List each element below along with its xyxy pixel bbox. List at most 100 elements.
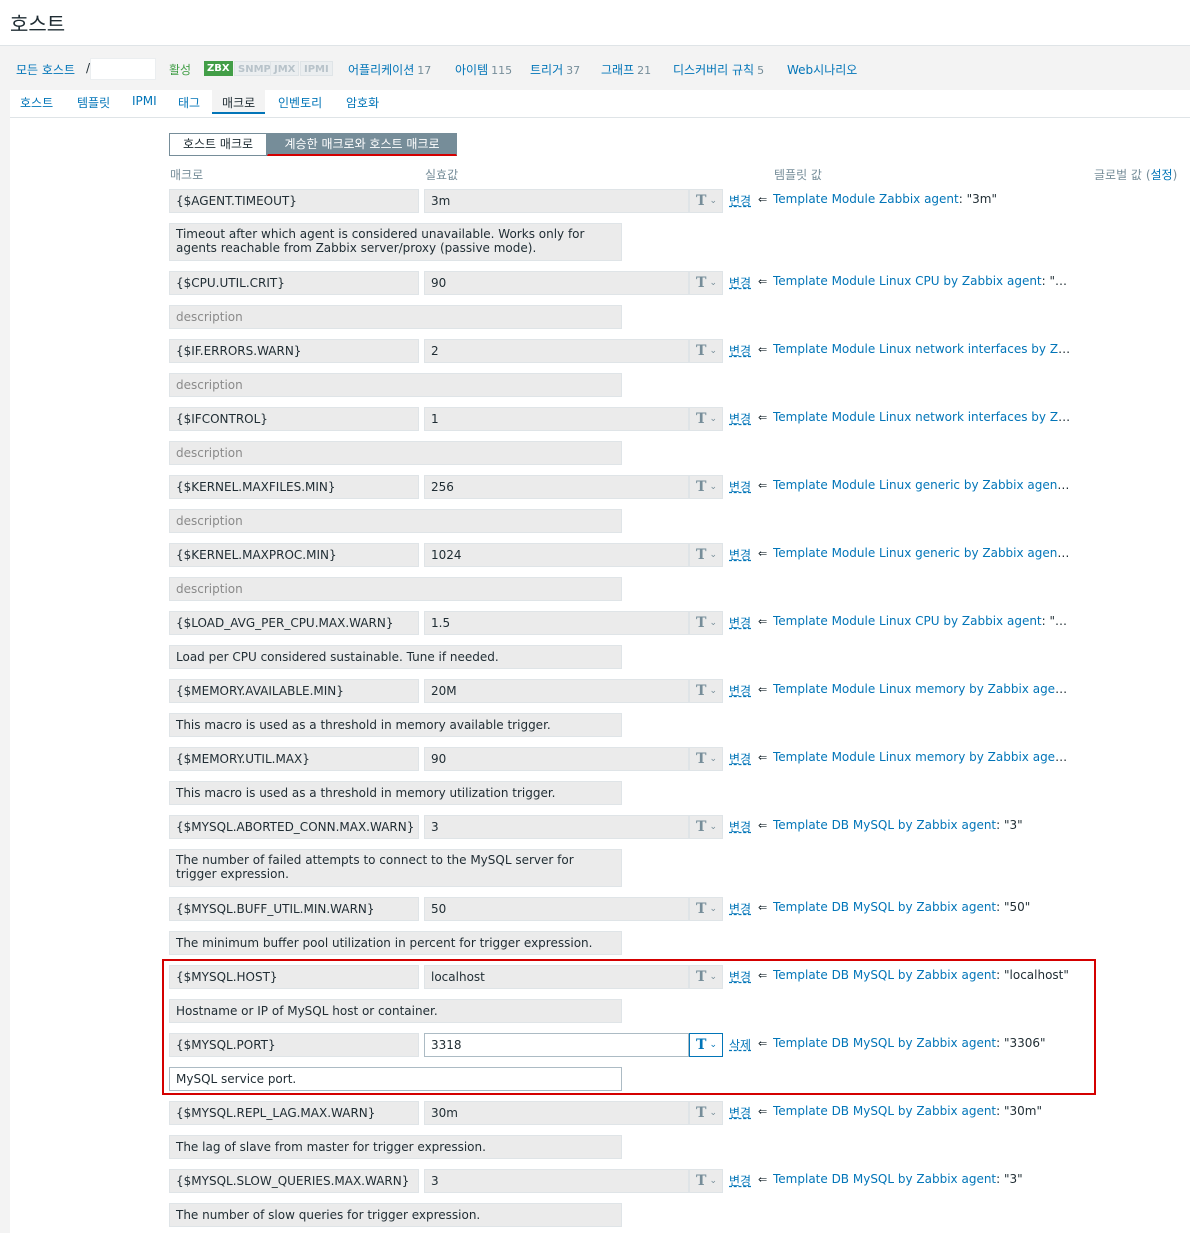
value-type-dropdown[interactable]: T ⌄ (689, 747, 723, 771)
value-type-dropdown[interactable]: T ⌄ (689, 407, 723, 431)
macro-name-field[interactable]: {$AGENT.TIMEOUT} (169, 189, 419, 213)
macro-name-field[interactable]: {$MYSQL.PORT} (169, 1033, 419, 1057)
change-button[interactable]: 변경 (729, 410, 751, 427)
macro-value-field[interactable]: 3 (424, 1169, 689, 1193)
change-button[interactable]: 변경 (729, 546, 751, 563)
change-button[interactable]: 변경 (729, 1172, 751, 1189)
template-link[interactable]: Template DB MySQL by Zabbix agent (773, 1104, 996, 1118)
macro-value-field[interactable]: 90 (424, 747, 689, 771)
change-button[interactable]: 변경 (729, 900, 751, 917)
macro-value-field[interactable]: 3318 (424, 1033, 689, 1057)
tab-inventory[interactable]: 인벤토리 (278, 94, 322, 111)
value-type-dropdown[interactable]: T ⌄ (689, 475, 723, 499)
macro-name-field[interactable]: {$MEMORY.AVAILABLE.MIN} (169, 679, 419, 703)
change-button[interactable]: 변경 (729, 614, 751, 631)
macro-value-field[interactable]: 2 (424, 339, 689, 363)
change-button[interactable]: 변경 (729, 750, 751, 767)
tab-templates[interactable]: 템플릿 (77, 94, 110, 111)
template-link[interactable]: Template DB MySQL by Zabbix agent (773, 1172, 996, 1186)
change-button[interactable]: 변경 (729, 682, 751, 699)
macro-description-field[interactable]: The lag of slave from master for trigger… (169, 1135, 622, 1159)
value-type-dropdown[interactable]: T ⌄ (689, 271, 723, 295)
macro-value-field[interactable]: 3 (424, 815, 689, 839)
value-type-dropdown[interactable]: T ⌄ (689, 1101, 723, 1125)
macro-value-field[interactable]: 90 (424, 271, 689, 295)
value-type-dropdown[interactable]: T ⌄ (689, 815, 723, 839)
macro-value-field[interactable]: 1 (424, 407, 689, 431)
template-link[interactable]: Template Module Linux memory by Zabbix a… (773, 750, 1067, 764)
value-type-dropdown[interactable]: T ⌄ (689, 1169, 723, 1193)
macro-description-field[interactable]: The number of slow queries for trigger e… (169, 1203, 622, 1227)
macro-name-field[interactable]: {$MYSQL.HOST} (169, 965, 419, 989)
macro-description-field[interactable]: The number of failed attempts to connect… (169, 849, 622, 887)
macro-value-field[interactable]: 30m (424, 1101, 689, 1125)
macro-name-field[interactable]: {$IFCONTROL} (169, 407, 419, 431)
discovery-rules-link[interactable]: 디스커버리 규칙 5 (673, 61, 764, 78)
macro-description-field[interactable]: This macro is used as a threshold in mem… (169, 781, 622, 805)
macro-description-field[interactable]: Load per CPU considered sustainable. Tun… (169, 645, 622, 669)
template-link[interactable]: Template Module Linux CPU by Zabbix agen… (773, 274, 1042, 288)
template-link[interactable]: Template Module Linux generic by Zabbix … (773, 478, 1069, 492)
tab-encryption[interactable]: 암호화 (346, 94, 379, 111)
template-link[interactable]: Template Module Linux memory by Zabbix a… (773, 682, 1067, 696)
tab-ipmi[interactable]: IPMI (132, 94, 157, 108)
change-button[interactable]: 변경 (729, 478, 751, 495)
value-type-dropdown[interactable]: T ⌄ (689, 965, 723, 989)
macro-value-field[interactable]: 20M (424, 679, 689, 703)
change-button[interactable]: 변경 (729, 274, 751, 291)
value-type-dropdown[interactable]: T ⌄ (689, 543, 723, 567)
remove-button[interactable]: 삭제 (729, 1036, 751, 1053)
macro-description-field[interactable]: Hostname or IP of MySQL host or containe… (169, 999, 622, 1023)
macro-name-field[interactable]: {$MYSQL.ABORTED_CONN.MAX.WARN} (169, 815, 419, 839)
change-button[interactable]: 변경 (729, 1104, 751, 1121)
macro-name-field[interactable]: {$MYSQL.REPL_LAG.MAX.WARN} (169, 1101, 419, 1125)
macro-name-field[interactable]: {$MYSQL.SLOW_QUERIES.MAX.WARN} (169, 1169, 419, 1193)
value-type-dropdown[interactable]: T ⌄ (689, 189, 723, 213)
macro-description-field[interactable]: Timeout after which agent is considered … (169, 223, 622, 261)
macro-value-field[interactable]: 1024 (424, 543, 689, 567)
template-link[interactable]: Template DB MySQL by Zabbix agent (773, 968, 996, 982)
macro-description-field[interactable]: MySQL service port. (169, 1067, 622, 1091)
template-link[interactable]: Template Module Linux network interfaces… (773, 342, 1073, 356)
template-link[interactable]: Template Module Zabbix agent (773, 192, 959, 206)
macro-name-field[interactable]: {$CPU.UTIL.CRIT} (169, 271, 419, 295)
template-link[interactable]: Template Module Linux generic by Zabbix … (773, 546, 1069, 560)
template-link[interactable]: Template Module Linux network interfaces… (773, 410, 1073, 424)
value-type-dropdown[interactable]: T ⌄ (689, 679, 723, 703)
change-button[interactable]: 변경 (729, 968, 751, 985)
web-scenarios-link[interactable]: Web시나리오 (787, 61, 857, 78)
inherited-macros-toggle[interactable]: 계승한 매크로와 호스트 매크로 (267, 133, 457, 156)
macro-description-field[interactable]: description (169, 441, 622, 465)
host-name-breadcrumb[interactable] (90, 58, 156, 80)
value-type-dropdown[interactable]: T ⌄ (689, 1033, 723, 1057)
macro-description-field[interactable]: The minimum buffer pool utilization in p… (169, 931, 622, 955)
macro-value-field[interactable]: 3m (424, 189, 689, 213)
macro-name-field[interactable]: {$IF.ERRORS.WARN} (169, 339, 419, 363)
change-button[interactable]: 변경 (729, 342, 751, 359)
macro-value-field[interactable]: localhost (424, 965, 689, 989)
host-macros-toggle[interactable]: 호스트 매크로 (169, 133, 267, 156)
macro-description-field[interactable]: description (169, 373, 622, 397)
macro-description-field[interactable]: description (169, 509, 622, 533)
macro-description-field[interactable]: description (169, 577, 622, 601)
template-link[interactable]: Template Module Linux CPU by Zabbix agen… (773, 614, 1042, 628)
macro-value-field[interactable]: 256 (424, 475, 689, 499)
macro-value-field[interactable]: 1.5 (424, 611, 689, 635)
graphs-link[interactable]: 그래프 21 (601, 61, 651, 78)
all-hosts-link[interactable]: 모든 호스트 (16, 61, 75, 78)
applications-link[interactable]: 어플리케이션 17 (348, 61, 431, 78)
value-type-dropdown[interactable]: T ⌄ (689, 339, 723, 363)
macro-name-field[interactable]: {$LOAD_AVG_PER_CPU.MAX.WARN} (169, 611, 419, 635)
macro-name-field[interactable]: {$MEMORY.UTIL.MAX} (169, 747, 419, 771)
macro-description-field[interactable]: This macro is used as a threshold in mem… (169, 713, 622, 737)
change-button[interactable]: 변경 (729, 818, 751, 835)
tab-tags[interactable]: 태그 (178, 94, 200, 111)
tab-host[interactable]: 호스트 (20, 94, 53, 111)
template-link[interactable]: Template DB MySQL by Zabbix agent (773, 818, 996, 832)
tab-macros[interactable]: 매크로 (212, 90, 266, 114)
macro-description-field[interactable]: description (169, 305, 622, 329)
macro-name-field[interactable]: {$KERNEL.MAXPROC.MIN} (169, 543, 419, 567)
value-type-dropdown[interactable]: T ⌄ (689, 897, 723, 921)
triggers-link[interactable]: 트리거 37 (530, 61, 580, 78)
macro-name-field[interactable]: {$KERNEL.MAXFILES.MIN} (169, 475, 419, 499)
